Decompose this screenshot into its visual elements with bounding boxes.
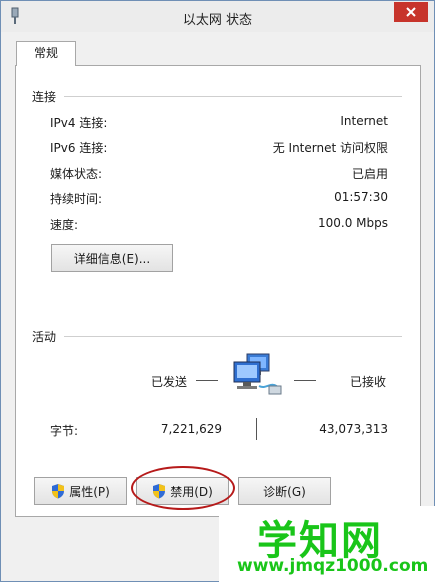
activity-divider xyxy=(64,336,402,337)
ipv4-label: IPv4 连接: xyxy=(50,116,108,130)
window-title: 以太网 状态 xyxy=(182,13,253,28)
duration-value: 01:57:30 xyxy=(334,190,388,204)
diagnose-button[interactable]: 诊断(G) xyxy=(238,477,331,505)
details-button[interactable]: 详细信息(E)... xyxy=(51,244,173,272)
properties-button[interactable]: 属性(P) xyxy=(34,477,127,505)
ipv6-value: 无 Internet 访问权限 xyxy=(272,141,388,155)
sent-connector xyxy=(196,380,218,381)
diagnose-button-label: 诊断(G) xyxy=(263,484,306,499)
speed-value: 100.0 Mbps xyxy=(317,216,388,230)
duration-label: 持续时间: xyxy=(50,192,103,206)
close-button[interactable] xyxy=(394,2,428,22)
ethernet-status-window: 以太网 状态 常规 连接 IPv4 连接: Internet IPv6 连接: … xyxy=(0,0,435,582)
media-state-label: 媒体状态: xyxy=(50,167,103,181)
connection-divider xyxy=(64,96,402,97)
uac-shield-icon xyxy=(52,484,65,499)
received-connector xyxy=(294,380,316,381)
received-label: 已接收 xyxy=(350,375,387,389)
disable-button-label: 禁用(D) xyxy=(170,484,213,499)
bytes-separator xyxy=(256,418,257,440)
network-computer-icon xyxy=(233,353,282,395)
title-bar[interactable]: 以太网 状态 xyxy=(1,1,434,32)
sent-label: 已发送 xyxy=(151,375,188,389)
connection-group-title: 连接 xyxy=(32,90,57,104)
details-button-label: 详细信息(E)... xyxy=(73,251,151,266)
disable-button[interactable]: 禁用(D) xyxy=(136,477,229,505)
bytes-received-value: 43,073,313 xyxy=(319,422,388,436)
media-state-value: 已启用 xyxy=(351,167,388,181)
close-icon xyxy=(406,7,416,17)
watermark: 学知网 www.jmqz1000.com xyxy=(219,506,435,582)
properties-button-label: 属性(P) xyxy=(69,484,110,499)
uac-shield-icon xyxy=(153,484,166,499)
tab-general[interactable]: 常规 xyxy=(16,41,76,66)
ipv4-value: Internet xyxy=(340,114,388,128)
general-panel: 连接 IPv4 连接: Internet IPv6 连接: 无 Internet… xyxy=(15,65,421,517)
watermark-url: www.jmqz1000.com xyxy=(237,556,429,576)
activity-group-title: 活动 xyxy=(32,330,57,344)
speed-label: 速度: xyxy=(50,218,79,232)
bytes-sent-value: 7,221,629 xyxy=(160,422,222,436)
ipv6-label: IPv6 连接: xyxy=(50,141,108,155)
bytes-label: 字节: xyxy=(50,424,79,438)
